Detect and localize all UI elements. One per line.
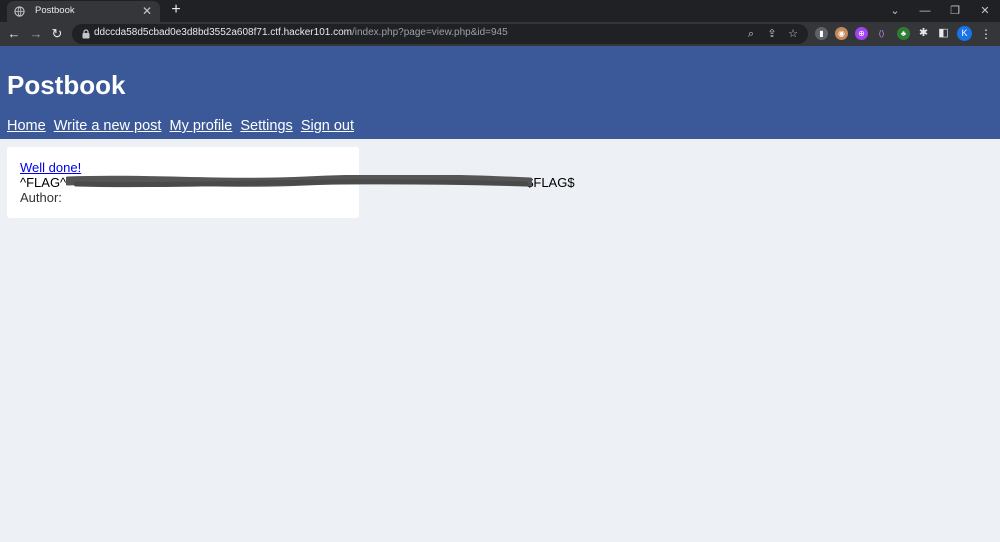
flag-suffix: $FLAG$ bbox=[526, 175, 575, 190]
extension-5-icon[interactable]: ♣ bbox=[897, 27, 910, 40]
nav-settings-link[interactable]: Settings bbox=[240, 118, 292, 134]
redaction-scribble bbox=[66, 175, 532, 188]
extension-1-icon[interactable]: ▮ bbox=[815, 27, 828, 40]
flag-prefix: ^FLAG^ bbox=[20, 175, 67, 190]
menu-dots-icon[interactable]: ⋮ bbox=[980, 25, 992, 43]
tab-title: Postbook bbox=[35, 5, 75, 16]
browser-toolbar: ← → ↻ ddccda58d5cbad0e3d8bd3552a608f71.c… bbox=[0, 22, 1000, 46]
post-card: Well done! ^FLAG^ $FLAG$ Author: bbox=[7, 147, 575, 218]
forward-icon[interactable]: → bbox=[27, 25, 45, 43]
extension-2-icon[interactable]: ◉ bbox=[835, 27, 848, 40]
site-title: Postbook bbox=[7, 70, 126, 100]
zoom-search-icon[interactable]: ⌕ bbox=[744, 27, 758, 41]
share-icon[interactable]: ⇪ bbox=[765, 27, 779, 41]
close-tab-icon[interactable]: ✕ bbox=[140, 4, 154, 18]
profile-avatar[interactable]: K bbox=[957, 26, 972, 41]
nav-write-post-link[interactable]: Write a new post bbox=[54, 118, 162, 134]
nav-sign-out-link[interactable]: Sign out bbox=[301, 118, 354, 134]
new-tab-icon[interactable]: + bbox=[168, 2, 184, 18]
close-window-icon[interactable]: ✕ bbox=[970, 0, 1000, 22]
nav-home-link[interactable]: Home bbox=[7, 118, 46, 134]
site-header: Postbook Home Write a new post My profil… bbox=[0, 46, 1000, 139]
post-author: Author: bbox=[20, 190, 62, 205]
side-panel-icon[interactable]: ◧ bbox=[937, 27, 950, 40]
tab-strip: Postbook ✕ + ⌄ — ❐ ✕ bbox=[0, 0, 1000, 22]
back-icon[interactable]: ← bbox=[5, 25, 23, 43]
site-nav: Home Write a new post My profile Setting… bbox=[7, 118, 358, 134]
tab-postbook[interactable]: Postbook ✕ bbox=[7, 1, 160, 22]
post-title-link[interactable]: Well done! bbox=[20, 160, 81, 175]
restore-icon[interactable]: ❐ bbox=[940, 0, 970, 22]
tab-search-icon[interactable]: ⌄ bbox=[880, 0, 910, 22]
url-text[interactable]: ddccda58d5cbad0e3d8bd3552a608f71.ctf.hac… bbox=[94, 27, 508, 38]
page-content: Postbook Home Write a new post My profil… bbox=[0, 46, 1000, 542]
extensions-puzzle-icon[interactable]: ✱ bbox=[917, 27, 930, 40]
minimize-icon[interactable]: — bbox=[910, 0, 940, 22]
reload-icon[interactable]: ↻ bbox=[48, 25, 66, 43]
nav-my-profile-link[interactable]: My profile bbox=[169, 118, 232, 134]
bookmark-star-icon[interactable]: ☆ bbox=[786, 27, 800, 41]
url-path: /index.php?page=view.php&id=945 bbox=[351, 27, 508, 38]
lock-icon[interactable] bbox=[82, 29, 90, 39]
address-bar[interactable]: ddccda58d5cbad0e3d8bd3552a608f71.ctf.hac… bbox=[72, 24, 808, 44]
url-host: ddccda58d5cbad0e3d8bd3552a608f71.ctf.hac… bbox=[94, 27, 352, 38]
extension-4-icon[interactable]: () bbox=[875, 27, 888, 40]
globe-icon bbox=[14, 6, 25, 17]
extension-3-icon[interactable]: ⊕ bbox=[855, 27, 868, 40]
